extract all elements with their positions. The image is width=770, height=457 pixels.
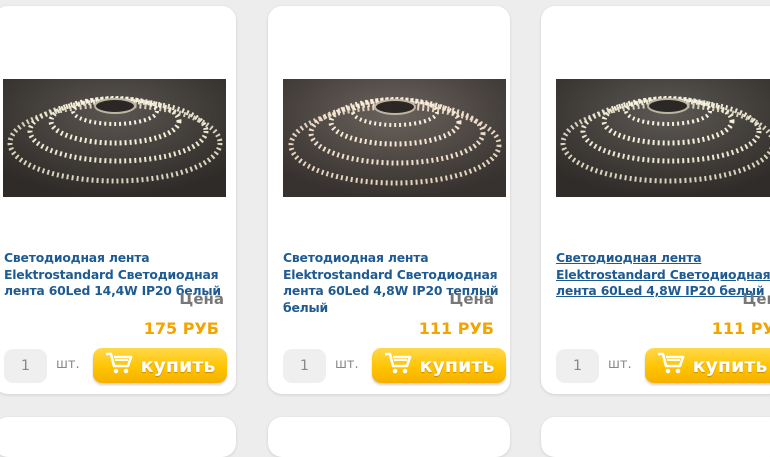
product-image[interactable] (556, 79, 770, 197)
buy-button[interactable]: купить (645, 348, 770, 383)
led-strip-reel-image (3, 79, 226, 197)
price-label: Цена (179, 290, 224, 308)
cart-icon (657, 351, 685, 380)
buy-button[interactable]: купить (372, 348, 506, 383)
led-strip-reel-image (556, 79, 770, 197)
product-title-link[interactable]: Светодиодная лента Elektrostandard Свето… (556, 250, 770, 300)
buy-button-label: купить (419, 354, 495, 377)
product-card (541, 417, 770, 457)
price-label: Цена (742, 290, 770, 308)
buy-button-label: купить (140, 354, 216, 377)
product-card: Светодиодная лента Elektrostandard Свето… (0, 6, 236, 394)
product-card (268, 417, 510, 457)
price-value: 175 РУБ (143, 319, 219, 338)
product-image[interactable] (283, 79, 506, 197)
quantity-field[interactable] (4, 349, 47, 383)
product-card (0, 417, 236, 457)
product-card: Светодиодная лента Elektrostandard Свето… (268, 6, 510, 394)
price-value: 111 РУБ (711, 319, 770, 338)
product-image[interactable] (3, 79, 226, 197)
buy-button-label: купить (692, 354, 768, 377)
unit-label: шт. (56, 357, 80, 372)
price-label: Цена (449, 290, 494, 308)
cart-icon (384, 351, 412, 380)
unit-label: шт. (608, 357, 632, 372)
cart-icon (105, 351, 133, 380)
led-strip-reel-image (283, 79, 506, 197)
buy-button[interactable]: купить (93, 348, 227, 383)
price-value: 111 РУБ (418, 319, 494, 338)
quantity-field[interactable] (283, 349, 326, 383)
quantity-field[interactable] (556, 349, 599, 383)
product-card: Светодиодная лента Elektrostandard Свето… (541, 6, 770, 394)
unit-label: шт. (335, 357, 359, 372)
